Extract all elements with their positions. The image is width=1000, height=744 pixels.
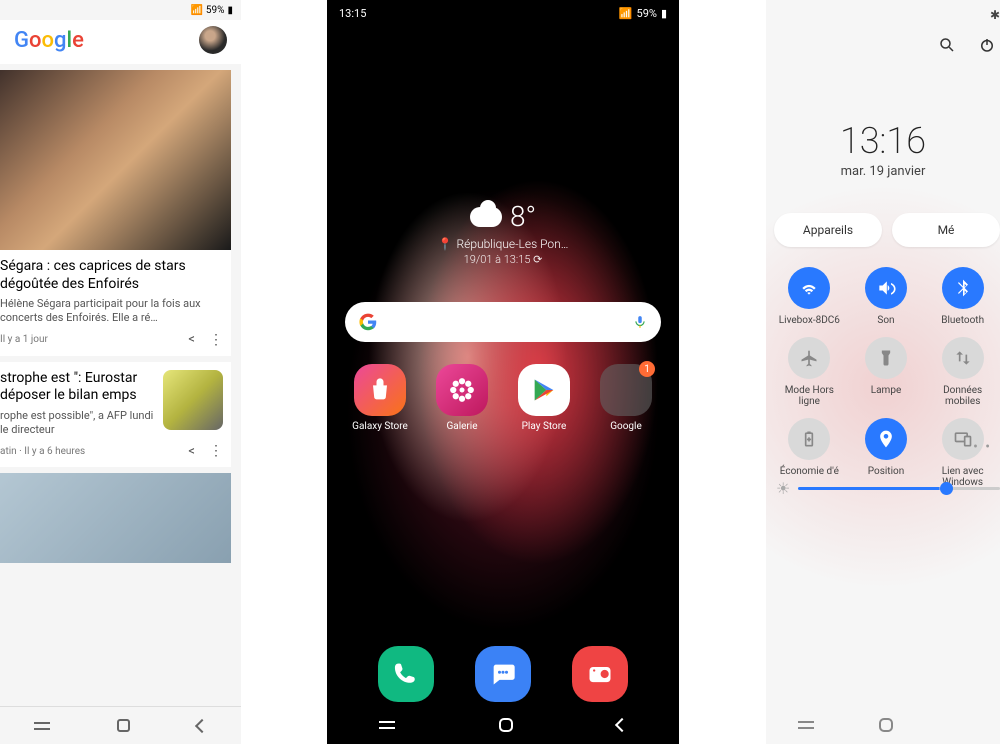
signal-icon: 📶 [190,5,202,16]
android-nav-bar [327,706,679,744]
status-time: 13:15 [339,7,366,20]
android-nav-bar [766,706,1000,744]
app-row: Galaxy Store Galerie Play Store 1 Google [327,364,679,432]
clock-widget: 13:16 mar. 19 janvier [766,120,1000,179]
qs-tile-wifi[interactable]: Livebox-8DC6 [774,267,845,327]
gap [679,0,766,744]
share-icon[interactable]: < [188,332,195,347]
pin-icon: 📍 [438,237,453,251]
android-nav-bar [0,706,241,744]
news-card[interactable]: Ségara : ces caprices de stars dégoûtée … [0,70,231,356]
profile-avatar[interactable] [199,26,227,54]
google-discover-screen: 📶 59% ▮ Google Ségara : ces caprices de … [0,0,241,744]
home-screen: 13:15 📶 59% ▮ 8° 📍 République-Les Pon… 1… [327,0,679,744]
notification-badge: 1 [639,361,655,377]
page-dots: • • [766,439,1000,455]
news-card-meta: atin · Il y a 6 heures < ⋮ [0,443,231,467]
gallery-icon [436,364,488,416]
weather-date: 19/01 à 13:15 ⟳ [327,253,679,266]
battery-text: 59% [637,7,657,20]
battery-text: 59% [206,5,225,16]
nav-recents-button[interactable] [379,721,395,729]
quick-settings-grid: Livebox-8DC6 Son Bluetooth Mode Hors lig… [774,267,998,489]
power-icon[interactable] [978,36,996,54]
more-icon[interactable]: ⋮ [209,332,221,348]
nav-recents-button[interactable] [798,721,814,729]
nav-back-button[interactable] [615,718,629,732]
slider-thumb[interactable] [940,482,953,495]
mobile-data-icon [942,337,984,379]
status-bar: 13:15 📶 59% ▮ [327,0,679,22]
airplane-icon [788,337,830,379]
brightness-icon: ☀ [776,479,790,498]
clock-time: 13:16 [766,120,1000,162]
slider-track[interactable] [798,487,1000,490]
wifi-icon [788,267,830,309]
app-gallery[interactable]: Galerie [426,364,498,432]
devices-media-tabs: Appareils Mé [774,213,1000,247]
news-card-title: Ségara : ces caprices de stars dégoûtée … [0,250,231,297]
share-icon[interactable]: < [188,444,195,459]
signal-icon: 📶 [619,7,633,20]
google-search-bar[interactable] [345,302,661,342]
news-card-meta: Il y a 1 jour < ⋮ [0,332,231,356]
weather-temp: 8° [510,200,536,233]
mic-icon[interactable] [633,313,647,331]
news-card[interactable] [0,473,231,563]
weather-widget[interactable]: 8° 📍 République-Les Pon… 19/01 à 13:15 ⟳ [327,200,679,266]
gap [241,0,327,744]
panel-actions [766,22,1000,54]
more-icon[interactable]: ⋮ [209,443,221,459]
qs-tile-airplane[interactable]: Mode Hors ligne [774,337,845,408]
brightness-slider[interactable]: ☀ [776,479,1000,498]
quick-settings-panel: ✱ 13:16 mar. 19 janvier Appareils Mé Liv… [766,0,1000,744]
battery-icon: ▮ [227,5,233,16]
sound-icon [865,267,907,309]
battery-icon: ▮ [661,7,667,20]
qs-tile-sound[interactable]: Son [851,267,922,327]
media-tab[interactable]: Mé [892,213,1000,247]
status-bar: ✱ [766,0,1000,22]
app-galaxy-store[interactable]: Galaxy Store [344,364,416,432]
nav-home-button[interactable] [499,718,513,732]
bluetooth-status-icon: ✱ [990,8,1000,22]
devices-tab[interactable]: Appareils [774,213,882,247]
weather-location: République-Les Pon… [457,237,569,251]
dock [327,646,679,702]
app-google-folder[interactable]: 1 Google [590,364,662,432]
play-store-icon [518,364,570,416]
google-folder-icon: 1 [600,364,652,416]
google-g-icon [359,313,377,331]
phone-app-icon[interactable] [378,646,434,702]
nav-back-button[interactable] [195,718,209,732]
status-bar: 📶 59% ▮ [0,0,241,20]
messages-app-icon[interactable] [475,646,531,702]
qs-tile-bluetooth[interactable]: Bluetooth [927,267,998,327]
cloud-icon [470,207,502,227]
galaxy-store-icon [354,364,406,416]
nav-recents-button[interactable] [34,722,50,730]
qs-tile-mobile-data[interactable]: Données mobiles [927,337,998,408]
news-card-image [0,473,231,563]
nav-home-button[interactable] [879,718,893,732]
camera-app-icon[interactable] [572,646,628,702]
news-card-time: Il y a 1 jour [0,334,48,345]
news-card-body: Hélène Ségara participait pour la fois a… [0,297,231,332]
nav-home-button[interactable] [117,719,130,732]
news-card-image [0,70,231,250]
discover-header: Google [0,20,241,64]
news-card-thumb [163,370,223,430]
news-card-time: atin · Il y a 6 heures [0,446,85,457]
news-card[interactable]: strophe est ": Eurostar déposer le bilan… [0,362,231,468]
flashlight-icon [865,337,907,379]
google-logo[interactable]: Google [14,28,84,53]
clock-date: mar. 19 janvier [766,164,1000,179]
app-play-store[interactable]: Play Store [508,364,580,432]
qs-tile-flashlight[interactable]: Lampe [851,337,922,408]
search-icon[interactable] [938,36,956,54]
bluetooth-icon [942,267,984,309]
